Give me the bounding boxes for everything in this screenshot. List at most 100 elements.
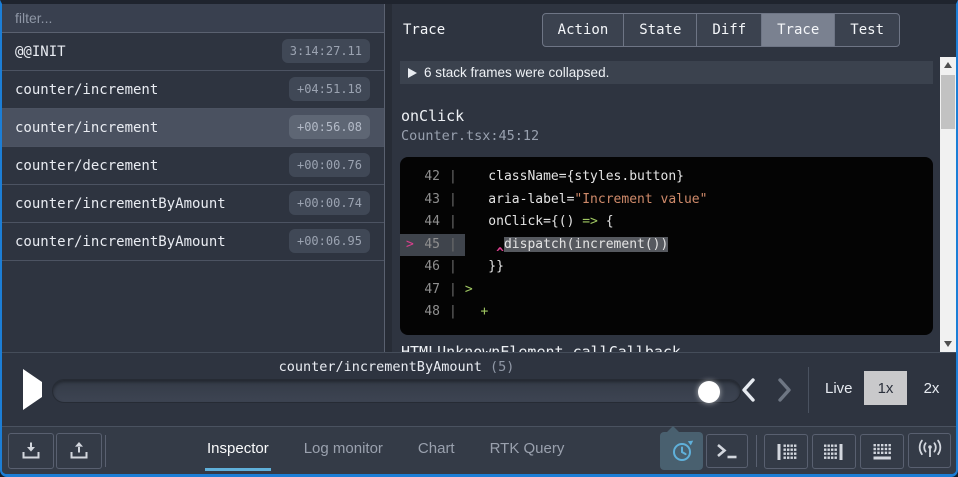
code-line: 43| aria-label="Increment value" xyxy=(400,189,933,212)
expand-triangle-icon xyxy=(408,68,417,78)
step-forward-button[interactable] xyxy=(774,376,796,406)
tab-state[interactable]: State xyxy=(623,13,697,47)
import-icon xyxy=(19,439,43,463)
stack-frame-name: onClick xyxy=(401,107,464,125)
action-list-item[interactable]: counter/incrementByAmount +00:06.95 xyxy=(2,223,384,261)
code-line: 48| + xyxy=(400,301,933,324)
code-gutter: >45| xyxy=(400,234,465,257)
monitor-tab-group: Inspector Log monitor Chart RTK Query xyxy=(205,427,566,474)
action-list-item[interactable]: counter/decrement +00:00.76 xyxy=(2,147,384,185)
dock-right-icon xyxy=(822,440,846,464)
action-type: counter/decrement xyxy=(15,158,158,174)
step-back-button[interactable] xyxy=(737,376,759,406)
action-list-item[interactable]: counter/incrementByAmount +00:00.74 xyxy=(2,185,384,223)
code-gutter: 46| xyxy=(400,256,465,279)
code-text: }}^ xyxy=(465,256,504,279)
action-timestamp-badge: +00:06.95 xyxy=(289,229,370,253)
action-timestamp-badge: 3:14:27.11 xyxy=(282,39,370,63)
stack-frame-location[interactable]: Counter.tsx:45:12 xyxy=(401,128,539,144)
dock-left-icon xyxy=(774,440,798,464)
tab-action[interactable]: Action xyxy=(542,13,625,47)
dock-left-button[interactable] xyxy=(764,434,808,469)
play-button[interactable] xyxy=(19,373,45,405)
playback-slider-thumb[interactable] xyxy=(698,381,720,403)
filter-input[interactable] xyxy=(15,10,371,26)
tab-diff[interactable]: Diff xyxy=(696,13,762,47)
filter-bar xyxy=(2,4,384,33)
action-type: counter/incrementByAmount xyxy=(15,234,226,250)
code-gutter: 47| xyxy=(400,279,465,302)
terminal-button[interactable] xyxy=(706,434,748,468)
main-area: @@INIT3:14:27.11counter/increment+04:51.… xyxy=(2,4,956,352)
stopwatch-icon xyxy=(668,437,696,465)
scroll-down-icon[interactable] xyxy=(940,336,956,352)
dock-bottom-button[interactable] xyxy=(860,434,904,469)
monitor-tab-chart[interactable]: Chart xyxy=(416,427,457,471)
chevron-left-icon xyxy=(738,376,758,404)
toolbar-divider xyxy=(105,435,106,467)
action-list-item[interactable]: @@INIT 3:14:27.11 xyxy=(2,33,384,71)
code-text: className={styles.button} xyxy=(465,166,684,189)
code-line: 47|> xyxy=(400,279,933,302)
action-type: @@INIT xyxy=(15,44,66,60)
dock-bottom-icon xyxy=(870,440,894,464)
code-gutter: 48| xyxy=(400,301,465,324)
scroll-up-icon[interactable] xyxy=(940,57,956,73)
code-text: onClick={() => { xyxy=(465,211,614,234)
action-list-panel: @@INIT3:14:27.11counter/increment+04:51.… xyxy=(2,4,385,352)
caret-marker-icon: ^ xyxy=(496,243,504,266)
playback-bar: counter/incrementByAmount (5) Live 1x2x xyxy=(2,352,956,426)
code-line: 42| className={styles.button} xyxy=(400,166,933,189)
action-list: @@INIT3:14:27.11counter/increment+04:51.… xyxy=(2,33,384,261)
remote-button[interactable] xyxy=(908,433,951,468)
collapsed-frames-text: 6 stack frames were collapsed. xyxy=(424,65,609,80)
action-timestamp-badge: +04:51.18 xyxy=(289,77,370,101)
playback-action-index: (5) xyxy=(490,359,514,375)
speed-2x-button[interactable]: 2x xyxy=(910,371,953,405)
export-button[interactable] xyxy=(56,433,102,469)
action-type: counter/incrementByAmount xyxy=(15,196,226,212)
monitor-tab-inspector[interactable]: Inspector xyxy=(205,427,271,471)
chevron-right-icon xyxy=(775,376,795,404)
playback-current-action: counter/incrementByAmount (5) xyxy=(52,359,741,375)
code-snippet: 42| className={styles.button}43| aria-la… xyxy=(400,157,933,335)
playback-divider xyxy=(808,367,809,413)
tab-trace[interactable]: Trace xyxy=(761,13,835,47)
code-line: 44| onClick={() => { xyxy=(400,211,933,234)
trace-scrollbar[interactable] xyxy=(940,57,956,352)
code-text: + xyxy=(465,301,488,324)
action-timestamp-badge: +00:00.76 xyxy=(289,153,370,177)
code-text: aria-label="Increment value" xyxy=(465,189,708,212)
toolbar-divider xyxy=(756,435,757,467)
tab-test[interactable]: Test xyxy=(834,13,900,47)
monitor-tab-rtk-query[interactable]: RTK Query xyxy=(488,427,567,471)
code-text: > xyxy=(465,279,473,302)
bottom-toolbar: Inspector Log monitor Chart RTK Query xyxy=(2,426,956,474)
trace-panel-title: Trace xyxy=(403,22,445,38)
trace-panel: Trace ActionStateDiffTraceTest 6 stack f… xyxy=(392,4,956,352)
terminal-icon xyxy=(714,440,740,462)
import-button[interactable] xyxy=(8,433,54,469)
dock-right-button[interactable] xyxy=(812,434,856,469)
speed-1x-button[interactable]: 1x xyxy=(864,371,907,405)
action-type: counter/increment xyxy=(15,120,158,136)
stopwatch-button[interactable] xyxy=(660,432,703,470)
action-timestamp-badge: +00:56.08 xyxy=(289,115,370,139)
code-gutter: 42| xyxy=(400,166,465,189)
code-gutter: 44| xyxy=(400,211,465,234)
play-icon xyxy=(23,369,42,410)
playback-slider[interactable] xyxy=(52,379,741,403)
live-button[interactable]: Live xyxy=(825,380,853,397)
action-list-item[interactable]: counter/increment+04:51.18 xyxy=(2,71,384,109)
action-timestamp-badge: +00:00.74 xyxy=(289,191,370,215)
monitor-tab-log-monitor[interactable]: Log monitor xyxy=(302,427,385,471)
export-icon xyxy=(67,439,91,463)
collapsed-frames-bar[interactable]: 6 stack frames were collapsed. xyxy=(400,61,933,84)
code-gutter: 43| xyxy=(400,189,465,212)
action-list-item[interactable]: counter/increment +00:56.08 xyxy=(2,109,384,147)
trace-tab-group: ActionStateDiffTraceTest xyxy=(543,13,900,47)
redux-devtools-window: @@INIT3:14:27.11counter/increment+04:51.… xyxy=(0,0,958,477)
playback-action-name: counter/incrementByAmount xyxy=(279,359,490,375)
code-line: 46| }}^ xyxy=(400,256,933,279)
scrollbar-thumb[interactable] xyxy=(941,75,955,129)
